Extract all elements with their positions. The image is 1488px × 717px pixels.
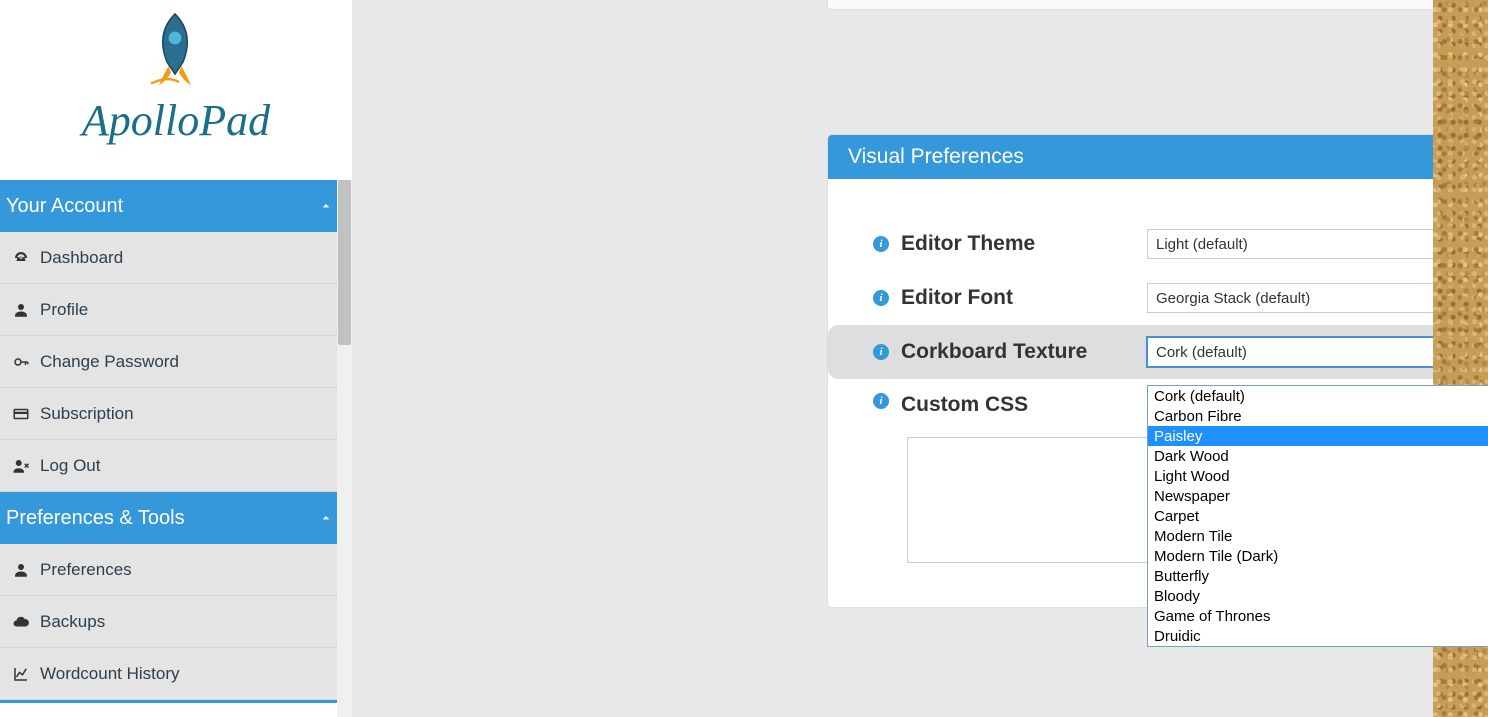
- sidebar-item-backups[interactable]: Backups: [0, 596, 352, 648]
- label-custom-css: Custom CSS: [901, 393, 1147, 417]
- dropdown-option[interactable]: Bloody: [1148, 586, 1488, 606]
- dropdown-option[interactable]: Newspaper: [1148, 486, 1488, 506]
- sidebar-item-dashboard[interactable]: Dashboard: [0, 232, 352, 284]
- row-editor-theme: i Editor Theme Light (default) ▼: [873, 217, 1488, 271]
- row-editor-font: i Editor Font Georgia Stack (default) ▼: [873, 271, 1488, 325]
- row-corkboard-texture: i Corkboard Texture Cork (default) ▼: [828, 325, 1488, 379]
- chevron-up-icon: [318, 198, 334, 214]
- panel-title: Visual Preferences: [828, 135, 1488, 179]
- user-icon: [10, 301, 32, 319]
- sidebar-item-label: Dashboard: [40, 248, 123, 268]
- dropdown-option[interactable]: Druidic: [1148, 626, 1488, 646]
- logo-area: ApolloPad: [0, 0, 352, 180]
- dropdown-option[interactable]: Dark Wood: [1148, 446, 1488, 466]
- dashboard-icon: [10, 249, 32, 267]
- sidebar-item-label: Profile: [40, 300, 88, 320]
- nav-section-prefs-label: Preferences & Tools: [6, 507, 185, 530]
- prev-panel-edge: [827, 0, 1488, 10]
- nav-section-account[interactable]: Your Account: [0, 180, 352, 232]
- dropdown-option[interactable]: Light Wood: [1148, 466, 1488, 486]
- info-icon[interactable]: i: [873, 290, 889, 306]
- sidebar-item-label: Subscription: [40, 404, 134, 424]
- user-icon: [10, 561, 32, 579]
- sidebar-item-logout[interactable]: Log Out: [0, 440, 352, 492]
- key-icon: [10, 353, 32, 371]
- logo-text: ApolloPad: [0, 95, 352, 146]
- sidebar-item-change-password[interactable]: Change Password: [0, 336, 352, 388]
- nav-section-next: [0, 700, 352, 703]
- dropdown-option[interactable]: Carpet: [1148, 506, 1488, 526]
- sidebar-item-subscription[interactable]: Subscription: [0, 388, 352, 440]
- sidebar-item-wordcount[interactable]: Wordcount History: [0, 648, 352, 700]
- dropdown-option[interactable]: Modern Tile (Dark): [1148, 546, 1488, 566]
- label-editor-theme: Editor Theme: [901, 232, 1147, 256]
- cloud-icon: [10, 613, 32, 631]
- label-editor-font: Editor Font: [901, 286, 1147, 310]
- sidebar-scrollbar[interactable]: [337, 180, 352, 717]
- chart-icon: [10, 665, 32, 683]
- chevron-up-icon: [318, 510, 334, 526]
- sidebar-item-label: Change Password: [40, 352, 179, 372]
- sidebar-item-label: Preferences: [40, 560, 132, 580]
- dropdown-corkboard-texture[interactable]: Cork (default)Carbon FibrePaisleyDark Wo…: [1147, 385, 1488, 647]
- sidebar-item-label: Log Out: [40, 456, 101, 476]
- select-value: Georgia Stack (default): [1156, 290, 1310, 307]
- sidebar-scrollbar-thumb[interactable]: [338, 180, 351, 345]
- nav-section-account-label: Your Account: [6, 195, 123, 218]
- dropdown-option[interactable]: Modern Tile: [1148, 526, 1488, 546]
- info-icon[interactable]: i: [873, 236, 889, 252]
- dropdown-option[interactable]: Cork (default): [1148, 386, 1488, 406]
- user-x-icon: [10, 457, 32, 475]
- card-icon: [10, 405, 32, 423]
- sidebar: ApolloPad Your Account Dashboard Profile…: [0, 0, 352, 717]
- label-corkboard-texture: Corkboard Texture: [901, 340, 1147, 364]
- logo-rocket-icon: [135, 10, 215, 90]
- info-icon[interactable]: i: [873, 344, 889, 360]
- dropdown-option[interactable]: Paisley: [1148, 426, 1488, 446]
- sidebar-item-label: Wordcount History: [40, 664, 180, 684]
- dropdown-option[interactable]: Game of Thrones: [1148, 606, 1488, 626]
- dropdown-option[interactable]: Butterfly: [1148, 566, 1488, 586]
- nav-section-prefs[interactable]: Preferences & Tools: [0, 492, 352, 544]
- sidebar-item-profile[interactable]: Profile: [0, 284, 352, 336]
- select-value: Cork (default): [1156, 344, 1247, 361]
- dropdown-option[interactable]: Carbon Fibre: [1148, 406, 1488, 426]
- sidebar-nav: Your Account Dashboard Profile Change Pa…: [0, 180, 352, 703]
- select-value: Light (default): [1156, 236, 1248, 253]
- info-icon[interactable]: i: [873, 393, 889, 409]
- sidebar-item-label: Backups: [40, 612, 105, 632]
- main-content: Visual Preferences i Editor Theme Light …: [352, 0, 1488, 717]
- sidebar-item-preferences[interactable]: Preferences: [0, 544, 352, 596]
